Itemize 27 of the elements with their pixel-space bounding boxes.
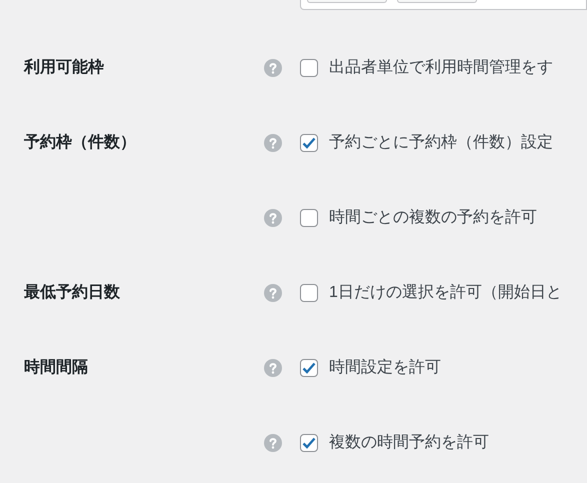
help-icon[interactable] [264, 58, 282, 76]
checkbox[interactable] [300, 434, 318, 452]
help-icon[interactable] [264, 284, 282, 302]
checkbox-label: 複数の時間予約を許可 [329, 432, 489, 452]
checkbox-label: 時間設定を許可 [329, 358, 441, 378]
checkbox-label: 予約ごとに予約枠（件数）設定 [329, 132, 553, 152]
checkbox-label: 時間ごとの複数の予約を許可 [329, 208, 537, 228]
checkbox[interactable] [300, 58, 318, 76]
checkbox[interactable] [300, 358, 318, 376]
checkmark-icon [302, 436, 316, 448]
checkbox[interactable] [300, 208, 318, 226]
button[interactable] [307, 0, 387, 3]
checkbox[interactable] [300, 284, 318, 302]
checkbox-label: 1日だけの選択を許可（開始日と [329, 282, 562, 302]
help-icon[interactable] [264, 434, 282, 452]
field-label: 最低予約日数 [24, 284, 120, 300]
checkbox[interactable] [300, 134, 318, 152]
checkmark-icon [302, 362, 316, 374]
button[interactable] [397, 0, 477, 3]
help-icon[interactable] [264, 358, 282, 376]
help-icon[interactable] [264, 134, 282, 152]
checkmark-icon [302, 136, 316, 148]
field-label: 予約枠（件数） [24, 134, 136, 150]
field-label: 時間間隔 [24, 358, 88, 376]
help-icon[interactable] [264, 208, 282, 226]
checkbox-label: 出品者単位で利用時間管理をす [329, 58, 553, 78]
field-label: 利用可能枠 [24, 58, 104, 76]
